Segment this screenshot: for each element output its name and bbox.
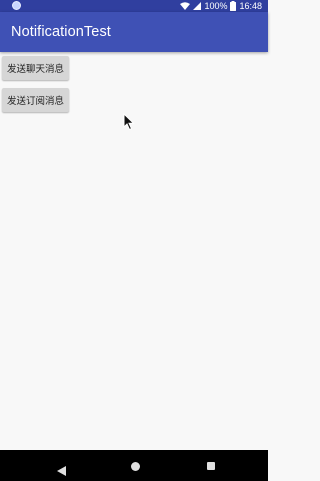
back-icon[interactable] xyxy=(57,461,66,476)
notification-dot-icon xyxy=(12,1,21,10)
home-icon[interactable] xyxy=(131,462,140,471)
send-subscribe-message-button[interactable]: 发送订阅消息 xyxy=(2,88,69,112)
send-chat-message-button[interactable]: 发送聊天消息 xyxy=(2,56,69,80)
status-bar: 100% 16:48 xyxy=(0,0,268,12)
mouse-pointer-icon xyxy=(123,112,135,131)
status-indicators: 100% 16:48 xyxy=(180,0,262,12)
app-bar: NotificationTest xyxy=(0,12,268,52)
signal-icon xyxy=(193,2,202,10)
status-time: 16:48 xyxy=(239,1,262,11)
app-title: NotificationTest xyxy=(11,24,111,40)
wifi-icon xyxy=(180,2,191,10)
recents-icon[interactable] xyxy=(207,462,215,470)
battery-icon xyxy=(230,1,237,11)
battery-percent: 100% xyxy=(204,1,228,11)
main-content: 发送聊天消息 发送订阅消息 xyxy=(0,52,268,450)
navigation-bar xyxy=(0,450,268,481)
